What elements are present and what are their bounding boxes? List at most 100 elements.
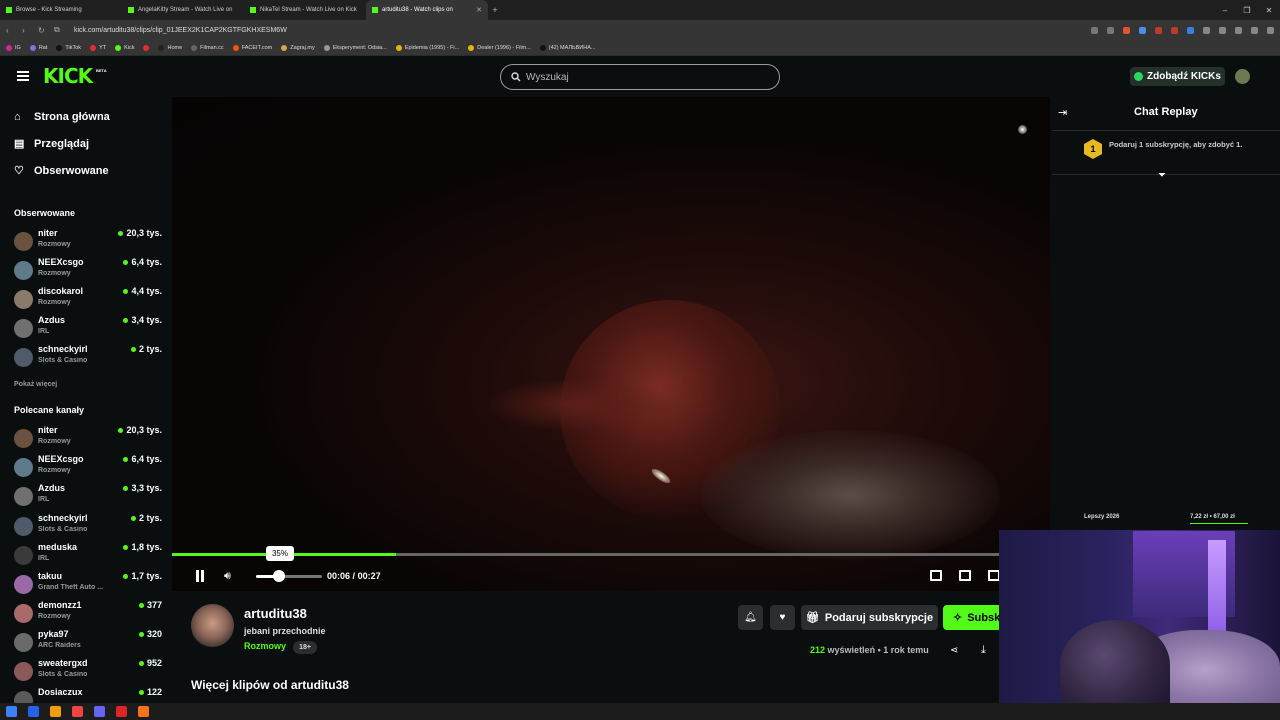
browser-tab-active[interactable]: artuditu38 - Watch clips on ✕ xyxy=(366,0,488,20)
taskbar-app-icon[interactable] xyxy=(28,706,39,717)
maximize-icon[interactable]: ❐ xyxy=(1236,6,1258,15)
avatar xyxy=(14,261,33,280)
hamburger-menu-icon[interactable] xyxy=(17,71,29,81)
recommended-heading: Polecane kanały xyxy=(14,405,85,415)
bookmark[interactable]: Kick xyxy=(115,44,134,51)
back-icon[interactable]: ‹ xyxy=(6,26,14,35)
bookmark[interactable]: Epidemia (1995) - Fi... xyxy=(395,44,459,51)
bookmark[interactable]: FACEIT.com xyxy=(232,44,272,51)
sidebar-item-home[interactable]: ⌂ Strona główna xyxy=(14,111,110,123)
avatar xyxy=(14,429,33,448)
zoom-icon[interactable] xyxy=(1091,26,1098,34)
followed-channel[interactable]: NEEXcsgo Rozmowy 6,4 tys. xyxy=(14,257,162,286)
user-avatar[interactable] xyxy=(1235,69,1250,84)
close-window-icon[interactable]: ✕ xyxy=(1258,6,1280,15)
bookmark[interactable]: Zagraj.my xyxy=(281,44,315,51)
followed-channel[interactable]: schneckyirl Slots & Casino 2 tys. xyxy=(14,344,162,373)
search-bar[interactable] xyxy=(500,64,780,90)
recommended-channel[interactable]: niter Rozmowy 20,3 tys. xyxy=(14,425,162,454)
share-icon[interactable]: ⋖ xyxy=(950,645,958,656)
recommended-channel[interactable]: takuu Grand Theft Auto ... 1,7 tys. xyxy=(14,571,162,600)
site-info-icon[interactable]: ⧉ xyxy=(54,25,62,35)
bookmark[interactable]: Home xyxy=(158,44,182,51)
heart-icon: ♥ xyxy=(779,612,786,623)
gift-subscription-button[interactable]: 🎁︎ Podaruj subskrypcje xyxy=(801,605,938,630)
extension-icon[interactable] xyxy=(1187,26,1194,34)
extensions-menu-icon[interactable] xyxy=(1203,26,1210,34)
forward-icon[interactable]: › xyxy=(22,26,30,35)
bookmark[interactable]: IG xyxy=(6,44,21,51)
recommended-channel[interactable]: Dosiaczux 122 xyxy=(14,687,162,703)
collapse-chat-icon[interactable]: ⇥ xyxy=(1058,106,1067,119)
followed-channel[interactable]: niter Rozmowy 20,3 tys. xyxy=(14,228,162,257)
follow-button[interactable]: ♥ xyxy=(770,605,795,630)
clip-category-link[interactable]: Rozmowy xyxy=(244,641,286,651)
link-icon[interactable] xyxy=(1235,26,1242,34)
recommended-channel[interactable]: Azdus IRL 3,3 tys. xyxy=(14,483,162,512)
taskbar-app-icon[interactable] xyxy=(72,706,83,717)
brave-shield-icon[interactable] xyxy=(1123,26,1130,34)
bookmark[interactable]: Dealer (1996) - Film... xyxy=(468,44,531,51)
bookmark[interactable]: TikTok xyxy=(56,44,81,51)
sidebar-item-browse[interactable]: ▤ Przeglądaj xyxy=(14,138,89,150)
start-menu-icon[interactable] xyxy=(6,706,17,717)
browser-tab[interactable]: NikaTel Stream - Watch Live on Kick xyxy=(244,0,366,20)
sidebar-icon[interactable] xyxy=(1219,26,1226,34)
streamer-name[interactable]: artuditu38 xyxy=(244,606,307,621)
pip-button[interactable] xyxy=(930,570,942,581)
bookmark[interactable] xyxy=(143,44,150,51)
volume-icon[interactable]: 🔊︎ xyxy=(224,570,231,583)
kick-logo[interactable]: KICK xyxy=(43,64,93,88)
url-field[interactable]: kick.com/artuditu38/clips/clip_01JEEX2K1… xyxy=(74,27,287,34)
viewer-count: 20,3 tys. xyxy=(118,228,162,238)
followed-channel[interactable]: Azdus IRL 3,4 tys. xyxy=(14,315,162,344)
taskbar-app-icon[interactable] xyxy=(50,706,61,717)
gift-sub-prompt[interactable]: Podaruj 1 subskrypcję, aby zdobyć 1. xyxy=(1109,141,1249,149)
bookmark[interactable]: Eksperyment: Odsia... xyxy=(323,44,387,51)
taskbar-app-icon[interactable] xyxy=(138,706,149,717)
search-input[interactable] xyxy=(526,71,756,83)
download-icon[interactable]: ⤓ xyxy=(981,644,986,657)
close-tab-icon[interactable]: ✕ xyxy=(476,6,482,14)
show-more-link[interactable]: Pokaż więcej xyxy=(14,381,57,388)
notifications-button[interactable]: 🔔︎ xyxy=(738,605,763,630)
media-icon[interactable] xyxy=(1251,26,1258,34)
pause-button[interactable] xyxy=(194,570,206,582)
taskbar-app-icon[interactable] xyxy=(94,706,105,717)
theater-mode-button[interactable] xyxy=(959,570,971,581)
minimize-icon[interactable]: – xyxy=(1214,6,1236,15)
extension-icon[interactable] xyxy=(1155,26,1162,34)
extensions-area xyxy=(1091,26,1274,34)
tab-label: NikaTel Stream - Watch Live on Kick xyxy=(260,7,357,13)
kick-favicon-icon xyxy=(128,7,134,13)
volume-slider-handle[interactable] xyxy=(273,570,286,582)
extension-icon[interactable] xyxy=(1139,26,1146,34)
recommended-channel[interactable]: demonzz1 Rozmowy 377 xyxy=(14,600,162,629)
new-tab-button[interactable]: + xyxy=(488,5,502,15)
bookmark[interactable]: Rat xyxy=(29,44,47,51)
bookmark[interactable]: YT xyxy=(90,44,106,51)
get-kicks-button[interactable]: Zdobądź KICKs xyxy=(1130,67,1225,86)
share-page-icon[interactable] xyxy=(1107,26,1114,34)
recommended-channel[interactable]: pyka97 ARC Raiders 320 xyxy=(14,629,162,658)
sidebar-item-following[interactable]: ♡ Obserwowane xyxy=(14,165,109,177)
browser-tab[interactable]: Browse - Kick Streaming xyxy=(0,0,122,20)
bookmark[interactable]: Filman.cc xyxy=(191,44,224,51)
bookmark[interactable]: (42) МАЛЬВИНА... xyxy=(539,44,595,51)
extension-icon[interactable] xyxy=(1171,26,1178,34)
bookmarks-bar: IG Rat TikTok YT Kick Home Filman.cc FAC… xyxy=(0,40,1280,56)
browser-tab[interactable]: AngelaKitty Stream - Watch Live on xyxy=(122,0,244,20)
subscribe-button[interactable]: ✧Subskrybuj xyxy=(943,605,1003,630)
recommended-channel[interactable]: NEEXcsgo Rozmowy 6,4 tys. xyxy=(14,454,162,483)
menu-icon[interactable] xyxy=(1267,26,1274,34)
recommended-channel[interactable]: sweatergxd Slots & Casino 952 xyxy=(14,658,162,687)
viewer-count: 3,4 tys. xyxy=(123,315,162,325)
taskbar-app-icon[interactable] xyxy=(116,706,127,717)
live-dot-icon xyxy=(123,288,129,294)
recommended-channel[interactable]: schneckyirl Slots & Casino 2 tys. xyxy=(14,513,162,542)
chat-filter-icon[interactable]: ⏷ xyxy=(1158,170,1166,181)
streamer-avatar[interactable] xyxy=(191,604,234,647)
followed-channel[interactable]: discokarol Rozmowy 4,4 tys. xyxy=(14,286,162,315)
reload-icon[interactable]: ↻ xyxy=(38,26,46,35)
recommended-channel[interactable]: meduska IRL 1,8 tys. xyxy=(14,542,162,571)
